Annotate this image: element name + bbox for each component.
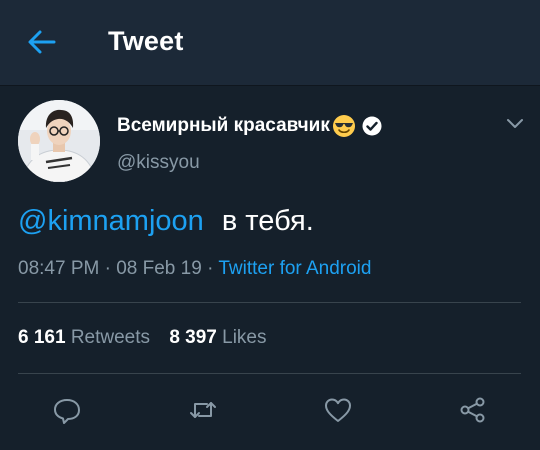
tweet-metadata: 08:47 PM · 08 Feb 19 · Twitter for Andro… <box>18 258 371 280</box>
retweet-button[interactable] <box>188 395 218 425</box>
reply-icon <box>54 399 80 424</box>
retweets-count: 6 161 <box>18 327 66 348</box>
tweet-detail-screen: Tweet Всемирный красавчик @kissyou @kimn… <box>0 0 540 450</box>
retweets-stat[interactable]: 6 161 Retweets <box>18 327 155 348</box>
separator: · <box>207 258 214 279</box>
tweet-time: 08:47 PM <box>18 258 100 279</box>
share-button[interactable] <box>458 395 488 425</box>
back-button[interactable] <box>26 28 58 56</box>
tweet-source-link[interactable]: Twitter for Android <box>218 258 371 279</box>
likes-stat[interactable]: 8 397 Likes <box>169 327 266 348</box>
reply-button[interactable] <box>52 395 82 425</box>
user-display-name[interactable]: Всемирный красавчик <box>117 114 382 138</box>
chevron-down-icon <box>507 119 523 128</box>
retweet-icon <box>190 402 216 418</box>
likes-count: 8 397 <box>169 327 217 348</box>
tweet-stats: 6 161 Retweets 8 397 Likes <box>18 327 267 349</box>
mention-link[interactable]: @kimnamjoon <box>18 205 204 237</box>
username[interactable]: @kissyou <box>117 152 200 174</box>
share-icon <box>460 397 485 423</box>
smiling-face-with-sunglasses-icon <box>332 114 356 138</box>
separator: · <box>104 258 111 279</box>
tweet-text: в тебя. <box>221 205 314 237</box>
divider <box>18 373 521 374</box>
arrow-left-icon <box>28 30 56 54</box>
top-app-bar: Tweet <box>0 0 540 86</box>
like-icon <box>325 398 351 422</box>
tweet-date: 08 Feb 19 <box>116 258 202 279</box>
tweet-options-button[interactable] <box>504 114 526 132</box>
like-button[interactable] <box>323 395 353 425</box>
tweet-body: @kimnamjoon в тебя. <box>18 205 314 238</box>
divider <box>18 302 521 303</box>
page-title: Tweet <box>108 26 184 56</box>
avatar[interactable] <box>18 100 100 182</box>
display-name-text: Всемирный красавчик <box>117 115 330 136</box>
avatar-image <box>18 100 100 182</box>
retweets-label: Retweets <box>70 327 151 348</box>
likes-label: Likes <box>222 327 267 348</box>
verified-badge-icon <box>362 116 382 136</box>
